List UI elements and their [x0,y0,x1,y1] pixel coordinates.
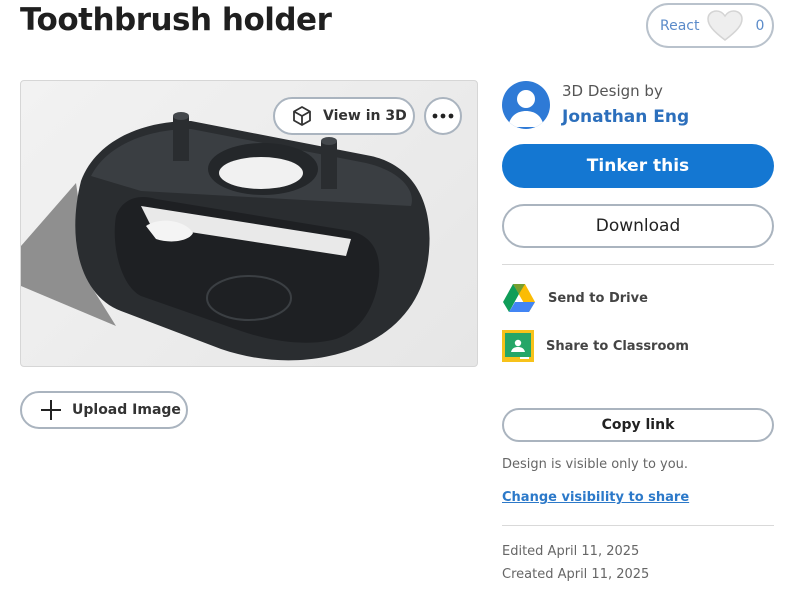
download-button[interactable]: Download [502,204,774,248]
google-classroom-icon [502,330,534,362]
more-options-button[interactable] [424,97,462,135]
plus-icon [41,400,61,420]
design-by-label: 3D Design by [562,82,663,100]
share-to-classroom-button[interactable]: Share to Classroom [502,330,689,362]
model-viewer[interactable]: View in 3D [20,80,478,367]
more-dots-icon [432,113,454,119]
view-in-3d-button[interactable]: View in 3D [273,97,415,135]
change-visibility-link[interactable]: Change visibility to share [502,490,689,505]
tinker-this-button[interactable]: Tinker this [502,144,774,188]
page-title: Toothbrush holder [20,2,332,38]
upload-image-label: Upload Image [72,402,181,418]
react-label: React [660,17,700,34]
divider [502,264,774,265]
divider [502,525,774,526]
edited-date: Edited April 11, 2025 [502,544,640,559]
view-in-3d-label: View in 3D [323,108,407,124]
send-to-drive-label: Send to Drive [548,290,648,306]
avatar[interactable] [502,81,550,129]
user-icon [508,90,544,127]
visibility-status: Design is visible only to you. [502,457,689,472]
copy-link-button[interactable]: Copy link [502,408,774,442]
heart-icon [707,9,744,41]
upload-image-button[interactable]: Upload Image [20,391,188,429]
created-date: Created April 11, 2025 [502,567,650,582]
react-button[interactable]: React 0 [646,3,774,48]
send-to-drive-button[interactable]: Send to Drive [502,283,648,313]
author-name-link[interactable]: Jonathan Eng [562,107,689,127]
share-to-classroom-label: Share to Classroom [546,338,689,354]
cube-icon [293,106,311,126]
google-drive-icon [503,284,535,312]
react-count: 0 [755,17,765,34]
